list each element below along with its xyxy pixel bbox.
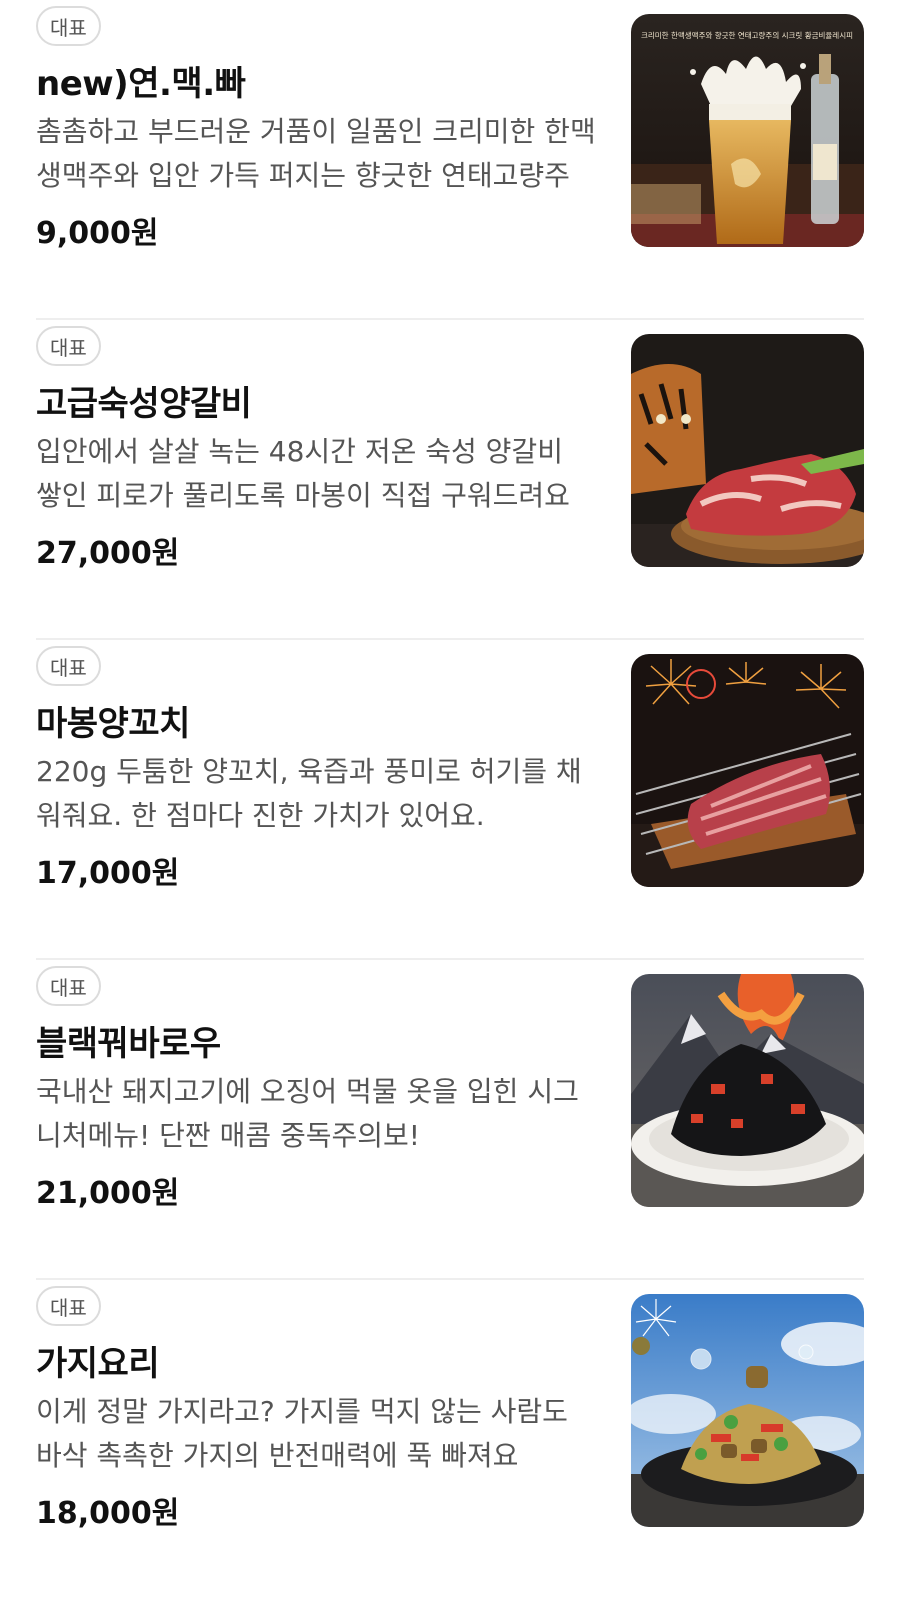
menu-item-name: 가지요리 (36, 1344, 160, 1384)
menu-item-name: 블랙꿔바로우 (36, 1024, 221, 1064)
representative-badge: 대표 (36, 646, 101, 686)
lamb-skewers-fireworks-photo (631, 654, 864, 887)
beer-splash-photo: 크리미한 한맥생맥주와 향긋한 연태고량주의 시크릿 황금비율레시피 (631, 14, 864, 247)
menu-item[interactable]: 대표 마봉양꼬치 220g 두툼한 양꼬치, 육즙과 풍미로 허기를 채워줘요.… (0, 640, 900, 960)
menu-item-name: new)연.맥.빠 (36, 64, 246, 104)
menu-item-price: 27,000원 (36, 536, 180, 571)
menu-item-price: 21,000원 (36, 1176, 180, 1211)
menu-item-description: 입안에서 살살 녹는 48시간 저온 숙성 양갈비 쌓인 피로가 풀리도록 마봉… (36, 435, 570, 512)
image-caption: 크리미한 한맥생맥주와 향긋한 연태고량주의 시크릿 황금비율레시피 (641, 30, 853, 40)
menu-item-description: 이게 정말 가지라고? 가지를 먹지 않는 사람도 바삭 촉촉한 가지의 반전매… (36, 1395, 568, 1472)
menu-item-photo[interactable] (631, 1294, 864, 1527)
representative-badge: 대표 (36, 966, 101, 1006)
black-guobaorou-volcano-photo (631, 974, 864, 1207)
menu-item-description: 촘촘하고 부드러운 거품이 일품인 크리미한 한맥생맥주와 입안 가득 퍼지는 … (36, 115, 596, 192)
menu-item[interactable]: 대표 블랙꿔바로우 국내산 돼지고기에 오징어 먹물 옷을 입힌 시그니처메뉴!… (0, 960, 900, 1280)
menu-item-photo[interactable] (631, 974, 864, 1207)
representative-badge: 대표 (36, 1286, 101, 1326)
representative-badge: 대표 (36, 326, 101, 366)
menu-item-photo[interactable] (631, 654, 864, 887)
menu-item-name: 마봉양꼬치 (36, 704, 190, 744)
menu-item[interactable]: 대표 가지요리 이게 정말 가지라고? 가지를 먹지 않는 사람도 바삭 촉촉한… (0, 1280, 900, 1600)
menu-item-price: 18,000원 (36, 1496, 180, 1531)
menu-item[interactable]: 대표 new)연.맥.빠 촘촘하고 부드러운 거품이 일품인 크리미한 한맥생맥… (0, 0, 900, 320)
menu-item-description: 220g 두툼한 양꼬치, 육즙과 풍미로 허기를 채워줘요. 한 점마다 진한… (36, 755, 582, 832)
lamb-ribs-tiger-photo (631, 334, 864, 567)
menu-item-price: 9,000원 (36, 216, 159, 251)
menu-item-photo[interactable]: 크리미한 한맥생맥주와 향긋한 연태고량주의 시크릿 황금비율레시피 (631, 14, 864, 247)
eggplant-dish-photo (631, 1294, 864, 1527)
menu-item-name: 고급숙성양갈비 (36, 384, 252, 424)
menu-item-description: 국내산 돼지고기에 오징어 먹물 옷을 입힌 시그니처메뉴! 단짠 매콤 중독주… (36, 1075, 579, 1152)
menu-item-price: 17,000원 (36, 856, 180, 891)
representative-badge: 대표 (36, 6, 101, 46)
menu-item[interactable]: 대표 고급숙성양갈비 입안에서 살살 녹는 48시간 저온 숙성 양갈비 쌓인 … (0, 320, 900, 640)
menu-item-photo[interactable] (631, 334, 864, 567)
